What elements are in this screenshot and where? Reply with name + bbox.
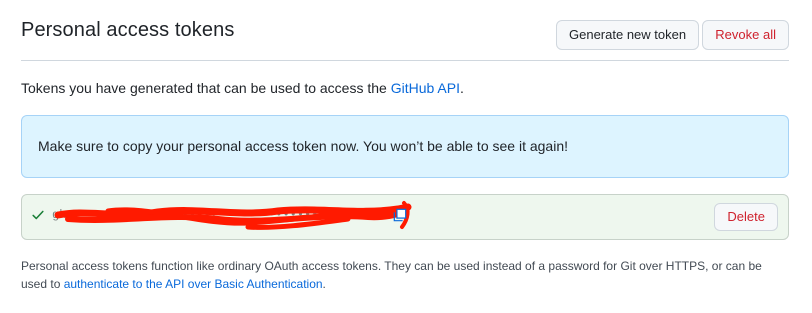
intro-text-before: Tokens you have generated that can be us… [21,80,391,96]
revoke-all-button[interactable]: Revoke all [702,20,789,50]
redaction-scribble [54,201,412,230]
page-title: Personal access tokens [21,19,235,41]
footnote-text: Personal access tokens function like ord… [21,257,791,293]
page-header: Personal access tokens Generate new toke… [21,14,789,61]
footnote-text-after: . [322,277,326,291]
new-token-row: ghp_••••••••••••••••••••••••••••••••••••… [21,194,789,240]
delete-token-button[interactable]: Delete [714,203,778,231]
check-icon [32,210,44,220]
copy-token-notice-message: Make sure to copy your personal access t… [38,138,568,154]
github-api-link[interactable]: GitHub API [391,80,460,96]
generate-new-token-button[interactable]: Generate new token [556,20,700,50]
intro-text-after: . [459,80,464,96]
basic-auth-link[interactable]: authenticate to the API over Basic Authe… [64,277,323,291]
copy-icon[interactable] [393,208,407,222]
copy-token-notice: Make sure to copy your personal access t… [21,115,789,178]
intro-text: Tokens you have generated that can be us… [21,80,464,96]
